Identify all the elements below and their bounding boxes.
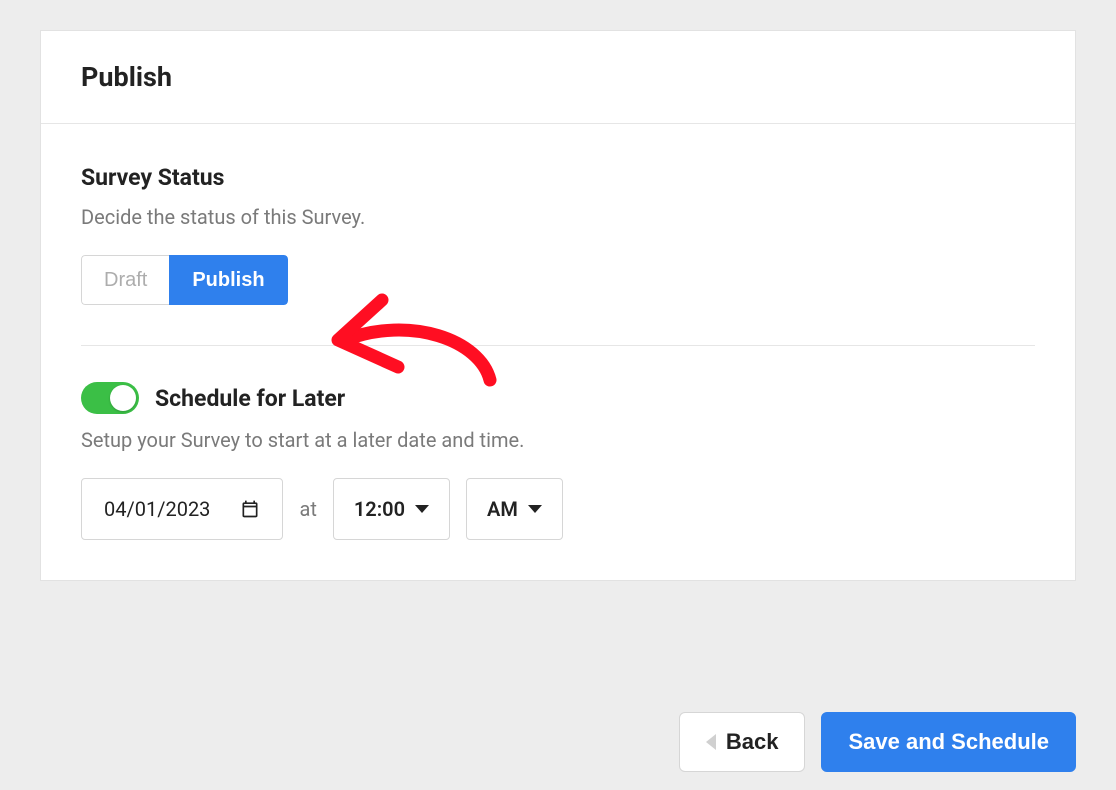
schedule-datetime-row: 04/01/2023 at 12:00 AM xyxy=(81,478,1035,540)
survey-status-description: Decide the status of this Survey. xyxy=(81,205,1035,229)
chevron-down-icon xyxy=(528,505,542,513)
save-and-schedule-button[interactable]: Save and Schedule xyxy=(821,712,1076,772)
save-button-label: Save and Schedule xyxy=(848,731,1049,753)
status-draft-button[interactable]: Draft xyxy=(81,255,169,305)
time-value: 12:00 xyxy=(354,497,405,521)
schedule-toggle-label: Schedule for Later xyxy=(155,385,345,412)
schedule-description: Setup your Survey to start at a later da… xyxy=(81,428,1035,452)
status-segmented-control: Draft Publish xyxy=(81,255,288,305)
meridiem-select[interactable]: AM xyxy=(466,478,563,540)
panel-body: Survey Status Decide the status of this … xyxy=(41,124,1075,580)
footer-actions: Back Save and Schedule xyxy=(679,712,1076,772)
status-publish-button[interactable]: Publish xyxy=(169,255,287,305)
meridiem-value: AM xyxy=(487,497,518,521)
page-title: Publish xyxy=(81,61,1035,93)
panel-header: Publish xyxy=(41,31,1075,124)
time-select[interactable]: 12:00 xyxy=(333,478,450,540)
chevron-left-icon xyxy=(706,734,716,750)
date-input[interactable]: 04/01/2023 xyxy=(81,478,283,540)
back-button[interactable]: Back xyxy=(679,712,806,772)
toggle-knob xyxy=(110,385,136,411)
survey-status-title: Survey Status xyxy=(81,164,1035,191)
publish-panel: Publish Survey Status Decide the status … xyxy=(40,30,1076,581)
schedule-toggle[interactable] xyxy=(81,382,139,414)
calendar-icon xyxy=(240,499,260,519)
back-button-label: Back xyxy=(726,731,779,753)
section-divider xyxy=(81,345,1035,346)
date-value: 04/01/2023 xyxy=(104,497,210,521)
at-label: at xyxy=(299,497,316,521)
schedule-toggle-row: Schedule for Later xyxy=(81,382,1035,414)
chevron-down-icon xyxy=(415,505,429,513)
